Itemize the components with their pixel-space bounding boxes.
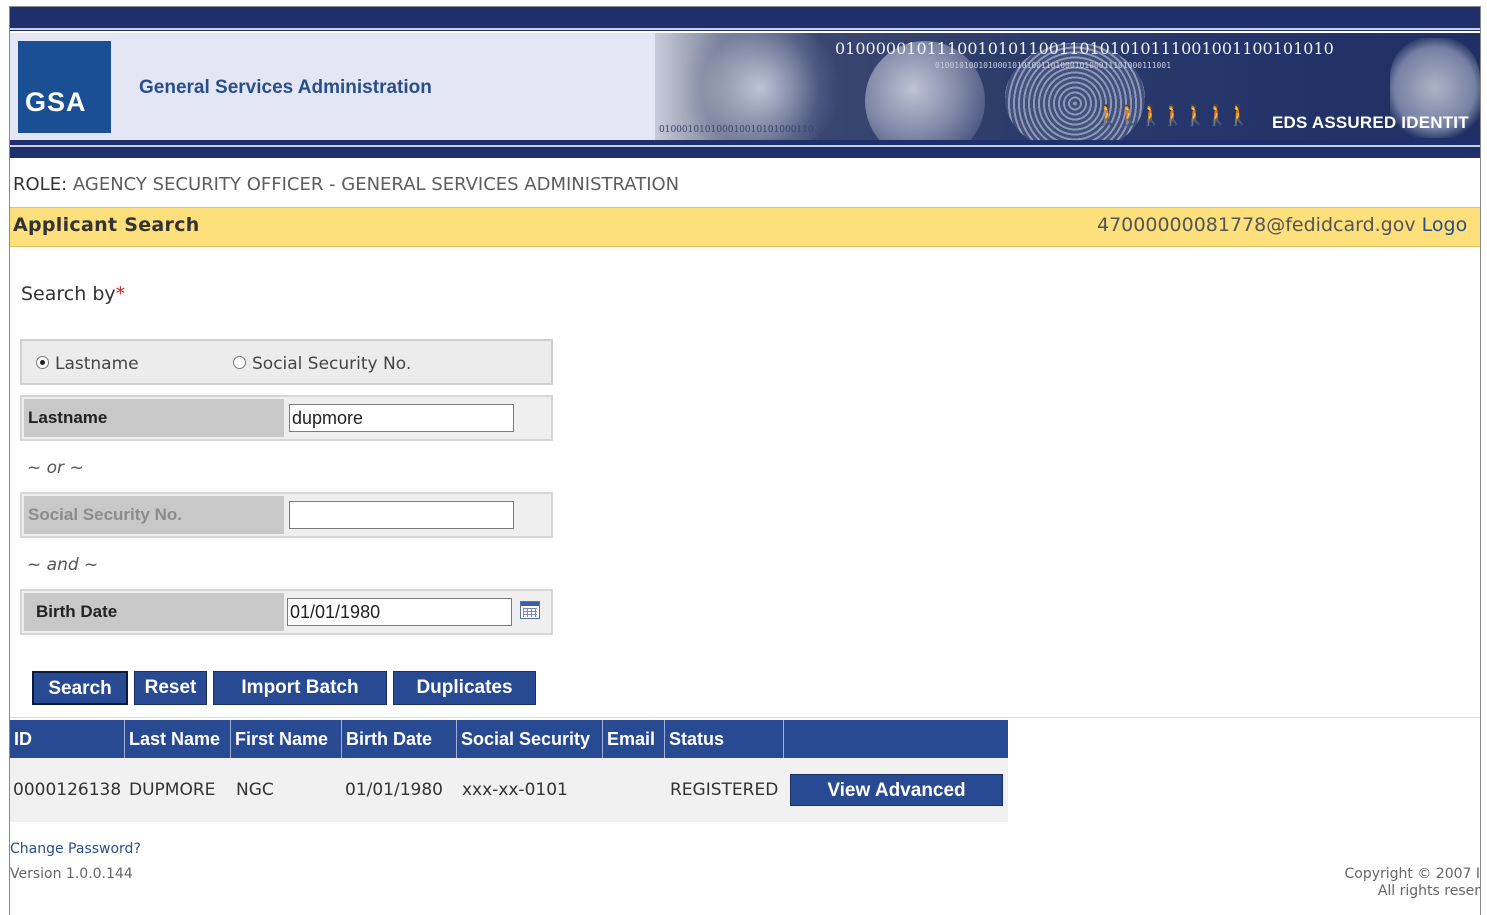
birthdate-input[interactable] (287, 598, 512, 626)
birthdate-label: Birth Date (36, 602, 118, 621)
cell-social-security: xxx-xx-0101 (462, 780, 568, 800)
ssn-label-cell: Social Security No. (24, 496, 284, 534)
radio-ssn[interactable]: Social Security No. (233, 354, 411, 374)
header-top-line (10, 28, 1480, 30)
binary-text-small: 0100101001010001010100110100010100011101… (935, 61, 1172, 70)
header-bottom-line (10, 145, 1480, 147)
header-bottom-stripe (10, 140, 1480, 158)
column-header-action (784, 720, 1008, 758)
birthdate-row: Birth Date (20, 589, 553, 635)
page-title: Applicant Search (13, 214, 200, 236)
face-image (675, 33, 845, 140)
results-divider (10, 717, 1480, 718)
lastname-input[interactable] (289, 404, 514, 432)
lastname-row: Lastname (20, 395, 553, 441)
gsa-logo-text: GSA (25, 87, 87, 117)
title-bar: Applicant Search 47000000081778@fedidcar… (10, 207, 1480, 247)
reset-button[interactable]: Reset (134, 671, 207, 705)
radio-lastname-label: Lastname (55, 354, 139, 374)
column-header-birth-date[interactable]: Birth Date (342, 720, 457, 758)
user-email: 47000000081778@fedidcard.gov (1097, 214, 1416, 236)
results-table-header: ID Last Name First Name Birth Date Socia… (10, 720, 1008, 758)
and-separator: ~ and ~ (27, 555, 99, 575)
role-key: ROLE: (13, 174, 68, 195)
header-banner: GSA General Services Administration 0100… (10, 33, 1480, 140)
cell-id: 0000126138 (13, 780, 122, 800)
cell-last-name: DUPMORE (129, 780, 216, 800)
logout-link[interactable]: Logo (1422, 214, 1468, 236)
copyright-text: Copyright © 2007 I All rights reser (1320, 866, 1480, 900)
import-batch-button[interactable]: Import Batch (213, 671, 387, 705)
column-header-first-name[interactable]: First Name (231, 720, 342, 758)
gsa-logo[interactable]: GSA (18, 41, 111, 133)
radio-ssn-button[interactable] (233, 355, 246, 369)
duplicates-button[interactable]: Duplicates (393, 671, 536, 705)
agency-name: General Services Administration (139, 77, 432, 98)
ssn-label: Social Security No. (28, 505, 182, 524)
ssn-input[interactable] (289, 501, 514, 529)
version-text: Version 1.0.0.144 (10, 866, 133, 882)
copyright-line-1: Copyright © 2007 I (1344, 866, 1480, 882)
radio-ssn-label: Social Security No. (252, 354, 412, 374)
search-button[interactable]: Search (32, 671, 128, 705)
search-by-label: Search by* (21, 283, 125, 305)
or-separator: ~ or ~ (27, 458, 84, 478)
identity-banner-image: 0100000101110010101100110101010111001001… (655, 33, 1480, 140)
cell-status: REGISTERED (670, 780, 779, 800)
calendar-icon[interactable] (520, 601, 540, 619)
cell-birth-date: 01/01/1980 (345, 780, 443, 800)
app-window: GSA General Services Administration 0100… (9, 6, 1481, 915)
binary-text-bottom: 010001010100010010101000110 (659, 125, 814, 135)
radio-lastname-button[interactable] (36, 355, 49, 369)
table-row: 0000126138 DUPMORE NGC 01/01/1980 xxx-xx… (10, 758, 1008, 822)
column-header-status[interactable]: Status (665, 720, 784, 758)
banner-brand-text: EDS ASSURED IDENTIT (1272, 113, 1469, 132)
binary-text: 0100000101110010101100110101010111001001… (835, 39, 1334, 58)
view-advanced-button[interactable]: View Advanced (790, 774, 1003, 806)
column-header-social-security[interactable]: Social Security (457, 720, 603, 758)
role-line: ROLE: AGENCY SECURITY OFFICER - GENERAL … (13, 174, 679, 195)
people-icons: 🚶🚶🚶🚶🚶🚶🚶 (1095, 103, 1251, 127)
column-header-id[interactable]: ID (10, 720, 125, 758)
required-marker: * (115, 283, 126, 305)
role-value: AGENCY SECURITY OFFICER - GENERAL SERVIC… (72, 174, 680, 195)
lastname-label: Lastname (28, 408, 108, 427)
birthdate-label-cell: Birth Date (24, 593, 284, 631)
user-account: 47000000081778@fedidcard.gov Logo (1097, 214, 1467, 236)
column-header-email[interactable]: Email (603, 720, 665, 758)
copyright-line-2: All rights reser (1377, 883, 1480, 899)
lastname-label-cell: Lastname (24, 399, 284, 437)
change-password-link[interactable]: Change Password? (10, 841, 141, 857)
radio-lastname[interactable]: Lastname (36, 354, 139, 374)
cell-first-name: NGC (236, 780, 274, 800)
column-header-last-name[interactable]: Last Name (125, 720, 231, 758)
search-type-radio-group: Lastname Social Security No. (20, 339, 553, 385)
search-by-text: Search by (21, 283, 116, 305)
ssn-row: Social Security No. (20, 492, 553, 538)
